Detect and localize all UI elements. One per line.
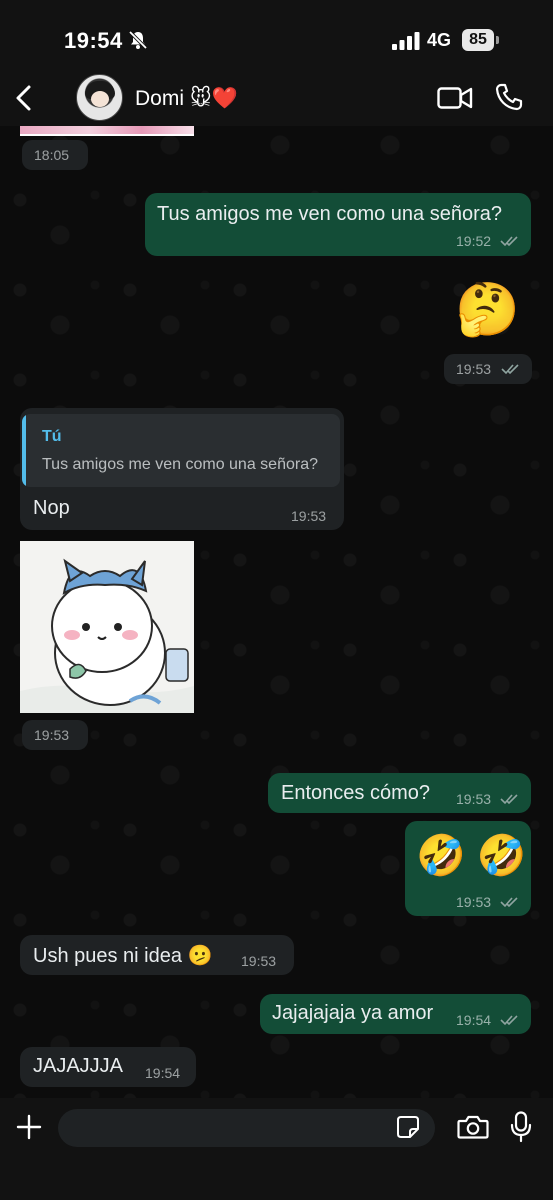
- message-text: Entonces cómo?: [281, 782, 430, 804]
- contact-avatar[interactable]: [76, 74, 123, 121]
- quoted-author: Tú: [42, 428, 62, 445]
- message-time: 18:05: [34, 147, 70, 163]
- battery-level: 85: [462, 29, 494, 51]
- message-text: Ush pues ni idea 🫤: [33, 945, 213, 967]
- message-time: 19:53: [291, 508, 327, 524]
- sticker-icon[interactable]: [396, 1115, 420, 1139]
- quoted-message[interactable]: Tú Tus amigos me ven como una señora?: [22, 414, 340, 487]
- back-chevron-icon[interactable]: [12, 84, 36, 112]
- plus-attach-icon[interactable]: [16, 1114, 42, 1140]
- message-time: 19:53: [241, 953, 277, 969]
- microphone-icon[interactable]: [509, 1111, 533, 1143]
- read-ticks-icon: [501, 364, 519, 375]
- phone-call-icon[interactable]: [495, 83, 523, 111]
- camera-icon[interactable]: [457, 1114, 489, 1140]
- incoming-message[interactable]: JAJAJJJA 19:54: [20, 1047, 196, 1087]
- chat-header: Domi 🐭❤️: [0, 70, 553, 126]
- sticker-message[interactable]: [20, 541, 194, 713]
- message-text: 🤣 🤣: [416, 834, 527, 878]
- message-time: 19:53: [34, 727, 70, 743]
- battery-icon: 85: [462, 29, 499, 51]
- message-time: 19:53: [456, 791, 492, 807]
- incoming-message[interactable]: Ush pues ni idea 🫤 19:53: [20, 935, 294, 975]
- sticker-message-partial[interactable]: [20, 126, 194, 136]
- mute-bell-icon: [128, 30, 148, 50]
- read-ticks-icon: [500, 236, 518, 247]
- time-pill: 19:53: [444, 354, 532, 384]
- message-time: 19:54: [456, 1012, 492, 1028]
- time-pill: 19:53: [22, 720, 88, 750]
- read-ticks-icon: [500, 794, 518, 805]
- message-text: Nop: [33, 497, 70, 519]
- message-time: 19:53: [456, 894, 492, 910]
- outgoing-message[interactable]: Tus amigos me ven como una señora? 19:52: [145, 193, 531, 256]
- read-ticks-icon: [500, 1015, 518, 1026]
- video-call-icon[interactable]: [437, 86, 473, 110]
- message-input[interactable]: [58, 1109, 435, 1147]
- status-time: 19:54: [64, 28, 123, 53]
- status-bar: 19:54 4G 85: [0, 0, 553, 70]
- message-text: Jajajajaja ya amor: [272, 1002, 434, 1024]
- time-pill: 18:05: [22, 140, 88, 170]
- message-text: JAJAJJJA: [33, 1055, 124, 1077]
- quoted-text: Tus amigos me ven como una señora?: [42, 456, 318, 473]
- message-time: 19:52: [456, 233, 492, 249]
- contact-name[interactable]: Domi 🐭❤️: [135, 86, 238, 111]
- message-time: 19:53: [456, 361, 492, 377]
- outgoing-message[interactable]: Entonces cómo? 19:53: [268, 773, 531, 813]
- network-type: 4G: [427, 30, 452, 50]
- outgoing-message[interactable]: Jajajajaja ya amor 19:54: [260, 994, 531, 1034]
- read-ticks-icon: [500, 897, 518, 908]
- outgoing-emoji-message[interactable]: 🤣 🤣 19:53: [405, 821, 531, 916]
- message-input-bar: [0, 1098, 553, 1200]
- chiikawa-sticker-image: [20, 541, 194, 713]
- cellular-signal-icon: [392, 32, 420, 50]
- emoji-message[interactable]: 🤔: [455, 284, 520, 336]
- message-text: Tus amigos me ven como una señora?: [157, 203, 502, 225]
- message-time: 19:54: [145, 1065, 181, 1081]
